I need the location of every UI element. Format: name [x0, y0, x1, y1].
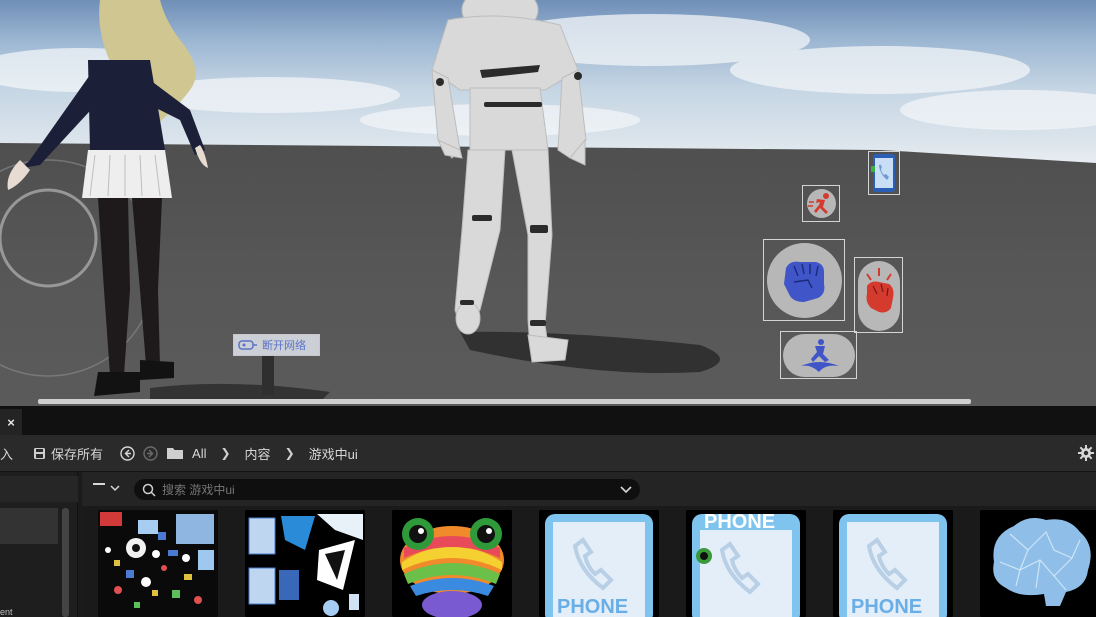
fist-icon [784, 261, 825, 302]
running-man-icon [808, 193, 829, 214]
asset-thumbnail-phone-1[interactable]: PHONE [539, 510, 659, 617]
phone-brand-text: PHONE [557, 596, 628, 617]
filter-icon [93, 483, 105, 485]
content-browser-toolbar: 入 保存所有 All ❯ 内容 ❯ 游戏中ui [0, 435, 1096, 472]
source-panel: ent [0, 472, 78, 617]
disconnect-network-button[interactable]: 断开网络 [233, 334, 320, 356]
game-viewport[interactable]: 断开网络 [0, 0, 1096, 406]
save-all-button[interactable]: 保存所有 [33, 444, 103, 463]
content-browser-tabbar: × [0, 406, 1096, 435]
power-fist-icon [866, 268, 894, 313]
texture-atlas-icon [98, 510, 218, 617]
sprint-button[interactable] [802, 185, 840, 222]
chevron-right-icon[interactable]: ❯ [220, 446, 230, 460]
back-arrow-icon [120, 445, 135, 461]
asset-thumbnail-ui-atlas-2[interactable] [245, 510, 365, 617]
close-tab-button[interactable]: × [0, 409, 22, 435]
breadcrumb: All ❯ 内容 ❯ 游戏中ui [192, 444, 358, 463]
folder-icon [167, 448, 184, 459]
filter-bar [82, 472, 1096, 506]
asset-thumbnail-phone-2[interactable]: PHONE [686, 510, 806, 617]
save-icon [34, 447, 46, 459]
jump-icon [801, 339, 839, 372]
asset-thumbnail-brain[interactable] [980, 510, 1096, 617]
selected-folder-item[interactable] [0, 508, 58, 544]
source-panel-scrollbar[interactable] [62, 508, 69, 617]
forward-arrow-icon [143, 445, 158, 461]
network-button-label: 断开网络 [262, 340, 306, 352]
settings-button[interactable] [1078, 445, 1094, 464]
breadcrumb-all[interactable]: All [192, 446, 206, 461]
chevron-right-icon[interactable]: ❯ [285, 446, 295, 460]
gear-icon [1078, 445, 1094, 461]
anime-girl-character [7, 0, 208, 396]
history-back-button[interactable] [120, 445, 135, 461]
special-attack-button[interactable] [854, 257, 903, 333]
scene-characters [0, 0, 720, 402]
network-icon [238, 340, 257, 350]
source-panel-header [0, 476, 78, 502]
texture-atlas-icon [245, 510, 365, 617]
search-input[interactable] [162, 482, 602, 497]
close-icon: × [7, 414, 15, 430]
viewport-scrollbar[interactable] [38, 399, 971, 404]
chevron-down-icon [110, 485, 120, 492]
phone-brand-text: PHONE [704, 511, 775, 533]
source-panel-partial-label: ent [0, 607, 13, 617]
folder-browse-button[interactable] [166, 446, 184, 460]
history-forward-button[interactable] [143, 445, 158, 461]
chevron-down-icon[interactable] [620, 486, 632, 494]
asset-thumbnail-rainbow-frog[interactable] [392, 510, 512, 617]
frog-icon [392, 510, 512, 617]
jump-button[interactable] [780, 331, 857, 379]
phone-icon [871, 154, 895, 192]
asset-thumbnail-phone-3[interactable]: PHONE [833, 510, 953, 617]
save-all-label: 保存所有 [51, 446, 104, 462]
import-button[interactable]: 入 [0, 444, 13, 463]
breadcrumb-ingame-ui[interactable]: 游戏中ui [309, 444, 358, 463]
phone-button[interactable] [868, 151, 900, 195]
import-label: 入 [0, 446, 14, 462]
phone-icon: PHONE [833, 510, 953, 617]
phone-icon: PHONE [539, 510, 659, 617]
search-field[interactable] [134, 479, 640, 500]
search-icon [142, 483, 156, 497]
breadcrumb-content[interactable]: 内容 [245, 444, 271, 463]
phone-icon: PHONE [686, 510, 806, 617]
asset-thumbnail-ui-atlas-1[interactable] [98, 510, 218, 617]
punch-button[interactable] [763, 239, 845, 321]
brain-icon [980, 510, 1096, 617]
content-browser: × 入 保存所有 All ❯ 内容 ❯ 游戏中ui ent 搜索 游戏中ui P… [0, 406, 1096, 617]
filter-dropdown[interactable] [92, 481, 120, 495]
mannequin-character [431, 0, 587, 363]
phone-brand-text: PHONE [851, 596, 922, 617]
